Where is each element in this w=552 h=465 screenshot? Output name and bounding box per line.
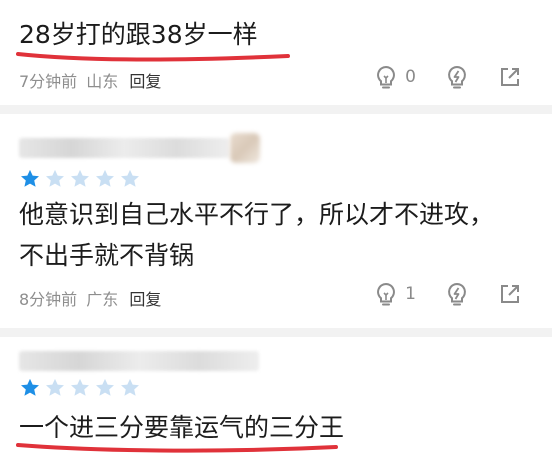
star-icon (46, 169, 64, 187)
comment-3: 一个进三分要靠运气的三分王 (0, 337, 552, 465)
star-icon (96, 169, 114, 187)
highlight-underline (16, 443, 338, 453)
star-icon (121, 169, 139, 187)
share-arrow-icon (501, 68, 519, 86)
highlight-underline (16, 52, 290, 62)
reply-button[interactable]: 回复 (129, 290, 161, 309)
share-arrow-icon (501, 285, 519, 303)
comment-text-line-2: 不出手就不背锅 (19, 241, 195, 270)
comment-meta: 7分钟前 山东 回复 (19, 68, 161, 92)
star-icon-filled (21, 169, 39, 187)
comment-time: 8分钟前 (19, 290, 78, 309)
comment-divider (0, 328, 552, 337)
star-icon-filled (21, 378, 39, 396)
reply-button[interactable]: 回复 (129, 72, 161, 91)
like-count: 0 (405, 67, 416, 87)
comment-actions: 0 (345, 64, 522, 90)
comment-2: 他意识到自己水平不行了，所以才不进攻， 不出手就不背锅 8分钟前 广东 回复 1 (0, 114, 552, 326)
like-button[interactable]: 1 (373, 281, 416, 307)
username-blurred (19, 138, 229, 158)
lightning-bulb-icon (448, 65, 466, 89)
lightning-bulb-icon (448, 282, 466, 306)
share-button[interactable] (498, 65, 522, 89)
comment-text: 28岁打的跟38岁一样 (19, 20, 258, 49)
comment-1: 28岁打的跟38岁一样 7分钟前 山东 回复 0 (0, 0, 552, 92)
share-button[interactable] (498, 282, 522, 306)
star-icon (96, 378, 114, 396)
comment-actions: 1 (345, 281, 522, 307)
comment-location: 山东 (86, 72, 119, 91)
avatar (230, 133, 260, 163)
comment-text: 一个进三分要靠运气的三分王 (19, 413, 345, 442)
comment-text-line-1: 他意识到自己水平不行了，所以才不进攻， (19, 200, 495, 229)
star-icon (71, 169, 89, 187)
comment-location: 广东 (86, 290, 119, 309)
star-rating (19, 377, 144, 399)
like-count: 1 (405, 284, 416, 304)
star-icon (121, 378, 139, 396)
username-blurred (19, 351, 259, 371)
lightbulb-icon (377, 282, 396, 306)
like-button[interactable]: 0 (373, 64, 416, 90)
comment-meta: 8分钟前 广东 回复 (19, 286, 161, 310)
star-icon (46, 378, 64, 396)
dislike-button[interactable] (444, 64, 470, 90)
comment-time: 7分钟前 (19, 72, 78, 91)
lightbulb-icon (377, 65, 396, 89)
star-icon (71, 378, 89, 396)
star-rating (19, 168, 144, 190)
dislike-button[interactable] (444, 281, 470, 307)
comment-divider (0, 105, 552, 114)
